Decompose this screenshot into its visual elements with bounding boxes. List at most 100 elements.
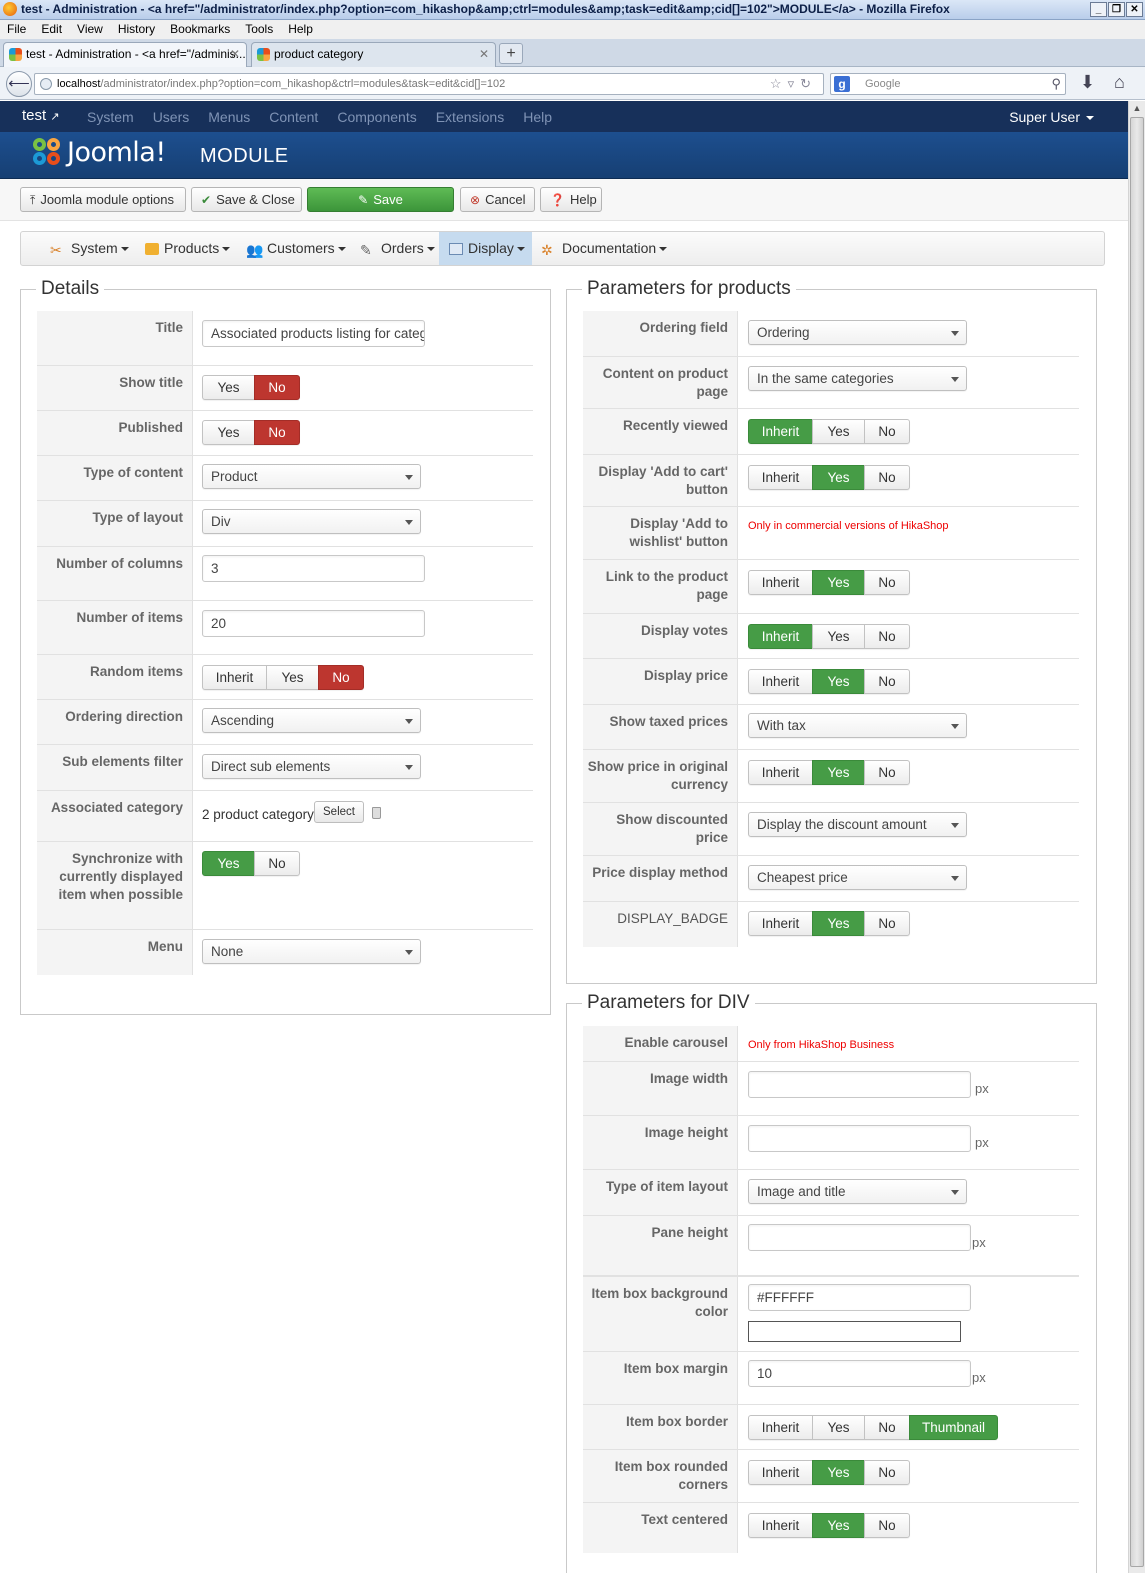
border-inherit[interactable]: Inherit — [748, 1415, 813, 1440]
module-options-button[interactable]: ⤒ Joomla module options — [20, 187, 186, 212]
num-items-input[interactable]: 20 — [202, 610, 425, 637]
home-icon[interactable]: ⌂ — [1114, 72, 1125, 93]
site-link[interactable]: test ↗ — [22, 107, 60, 124]
title-input[interactable]: Associated products listing for categ — [202, 320, 425, 347]
currency-no[interactable]: No — [864, 760, 910, 785]
price-inherit[interactable]: Inherit — [748, 669, 813, 694]
joomla-menu-system[interactable]: System — [87, 109, 134, 125]
tab-close-icon[interactable]: ✕ — [230, 43, 240, 66]
price-yes[interactable]: Yes — [812, 669, 865, 694]
hika-nav-display[interactable]: Display — [439, 232, 532, 265]
rounded-no[interactable]: No — [864, 1460, 910, 1485]
cancel-button[interactable]: ⊗ Cancel — [460, 187, 535, 212]
synchronize-no[interactable]: No — [254, 851, 300, 876]
menu-view[interactable]: View — [70, 20, 111, 39]
show-taxed-select[interactable]: With tax — [748, 713, 967, 738]
votes-yes[interactable]: Yes — [812, 624, 865, 649]
joomla-menu-help[interactable]: Help — [523, 109, 552, 125]
type-layout-select[interactable]: Div — [202, 509, 421, 534]
search-icon[interactable]: ⚲ — [1051, 74, 1061, 94]
centered-no[interactable]: No — [864, 1513, 910, 1538]
joomla-menu-components[interactable]: Components — [337, 109, 416, 125]
currency-yes[interactable]: Yes — [812, 760, 865, 785]
joomla-menu-extensions[interactable]: Extensions — [436, 109, 504, 125]
show-title-no[interactable]: No — [254, 375, 300, 400]
border-yes[interactable]: Yes — [812, 1415, 865, 1440]
download-icon[interactable]: ⬇ — [1080, 72, 1095, 93]
save-close-button[interactable]: ✔ Save & Close — [191, 187, 302, 212]
item-margin-input[interactable]: 10 — [748, 1360, 971, 1387]
add-cart-no[interactable]: No — [864, 465, 910, 490]
content-product-page-select[interactable]: In the same categories — [748, 366, 967, 391]
published-yes[interactable]: Yes — [202, 420, 255, 445]
rounded-inherit[interactable]: Inherit — [748, 1460, 813, 1485]
joomla-menu-content[interactable]: Content — [269, 109, 318, 125]
badge-yes[interactable]: Yes — [812, 911, 865, 936]
tab-close-icon[interactable]: ✕ — [479, 43, 489, 66]
type-content-select[interactable]: Product — [202, 464, 421, 489]
recently-no[interactable]: No — [864, 419, 910, 444]
minimize-icon[interactable]: _ — [1090, 2, 1107, 17]
border-thumbnail[interactable]: Thumbnail — [909, 1415, 998, 1440]
scroll-thumb[interactable] — [1130, 117, 1144, 1567]
bg-color-input[interactable]: #FFFFFF — [748, 1284, 971, 1311]
price-no[interactable]: No — [864, 669, 910, 694]
badge-inherit[interactable]: Inherit — [748, 911, 813, 936]
save-button[interactable]: ✎ Save — [307, 187, 454, 212]
browser-tab-admin[interactable]: test - Administration - <a href="/admini… — [3, 42, 247, 67]
votes-inherit[interactable]: Inherit — [748, 624, 813, 649]
show-title-yes[interactable]: Yes — [202, 375, 255, 400]
sub-filter-select[interactable]: Direct sub elements — [202, 754, 421, 779]
random-yes[interactable]: Yes — [266, 665, 319, 690]
recently-yes[interactable]: Yes — [812, 419, 865, 444]
help-button[interactable]: ❓ Help — [540, 187, 602, 212]
recently-inherit[interactable]: Inherit — [748, 419, 813, 444]
page-scrollbar[interactable]: ▲ — [1128, 101, 1145, 1573]
menu-edit[interactable]: Edit — [34, 20, 70, 39]
bookmark-star-icon[interactable]: ☆ — [770, 76, 788, 91]
menu-select[interactable]: None — [202, 939, 421, 964]
back-button[interactable]: ⟵ — [6, 71, 32, 97]
border-no[interactable]: No — [864, 1415, 910, 1440]
dropdown-icon[interactable]: ▿ — [788, 76, 801, 91]
image-width-input[interactable] — [748, 1071, 971, 1098]
new-tab-button[interactable]: + — [499, 43, 523, 64]
link-no[interactable]: No — [864, 570, 910, 595]
link-inherit[interactable]: Inherit — [748, 570, 813, 595]
hika-nav-system[interactable]: ✂ System — [50, 232, 129, 265]
menu-tools[interactable]: Tools — [238, 20, 281, 39]
hika-nav-documentation[interactable]: ✲ Documentation — [541, 232, 668, 265]
search-bar[interactable]: g Google ⚲ — [830, 73, 1066, 95]
num-columns-input[interactable]: 3 — [202, 555, 425, 582]
hika-nav-orders[interactable]: ✎ Orders — [360, 232, 435, 265]
show-discounted-select[interactable]: Display the discount amount — [748, 812, 967, 837]
hika-nav-products[interactable]: Products — [145, 232, 231, 265]
menu-history[interactable]: History — [111, 20, 163, 39]
random-no[interactable]: No — [318, 665, 364, 690]
add-cart-inherit[interactable]: Inherit — [748, 465, 813, 490]
menu-help[interactable]: Help — [281, 20, 321, 39]
link-yes[interactable]: Yes — [812, 570, 865, 595]
select-category-button[interactable]: Select — [314, 801, 364, 823]
image-height-input[interactable] — [748, 1125, 971, 1152]
reload-icon[interactable]: ↻ — [800, 76, 817, 91]
centered-yes[interactable]: Yes — [812, 1513, 865, 1538]
random-inherit[interactable]: Inherit — [202, 665, 267, 690]
ordering-direction-select[interactable]: Ascending — [202, 708, 421, 733]
hika-nav-customers[interactable]: 👥 Customers — [246, 232, 346, 265]
votes-no[interactable]: No — [864, 624, 910, 649]
trash-icon[interactable] — [372, 807, 381, 819]
ordering-field-select[interactable]: Ordering — [748, 320, 967, 345]
url-bar[interactable]: localhost/administrator/index.php?option… — [34, 73, 824, 95]
scroll-up-icon[interactable]: ▲ — [1131, 103, 1143, 115]
color-swatch[interactable] — [748, 1321, 961, 1342]
currency-inherit[interactable]: Inherit — [748, 760, 813, 785]
price-display-method-select[interactable]: Cheapest price — [748, 865, 967, 890]
close-icon[interactable]: ✕ — [1126, 2, 1143, 17]
add-cart-yes[interactable]: Yes — [812, 465, 865, 490]
pane-height-input[interactable] — [748, 1224, 971, 1251]
joomla-menu-users[interactable]: Users — [153, 109, 190, 125]
published-no[interactable]: No — [254, 420, 300, 445]
user-menu[interactable]: Super User — [1009, 109, 1094, 125]
menu-bookmarks[interactable]: Bookmarks — [163, 20, 238, 39]
